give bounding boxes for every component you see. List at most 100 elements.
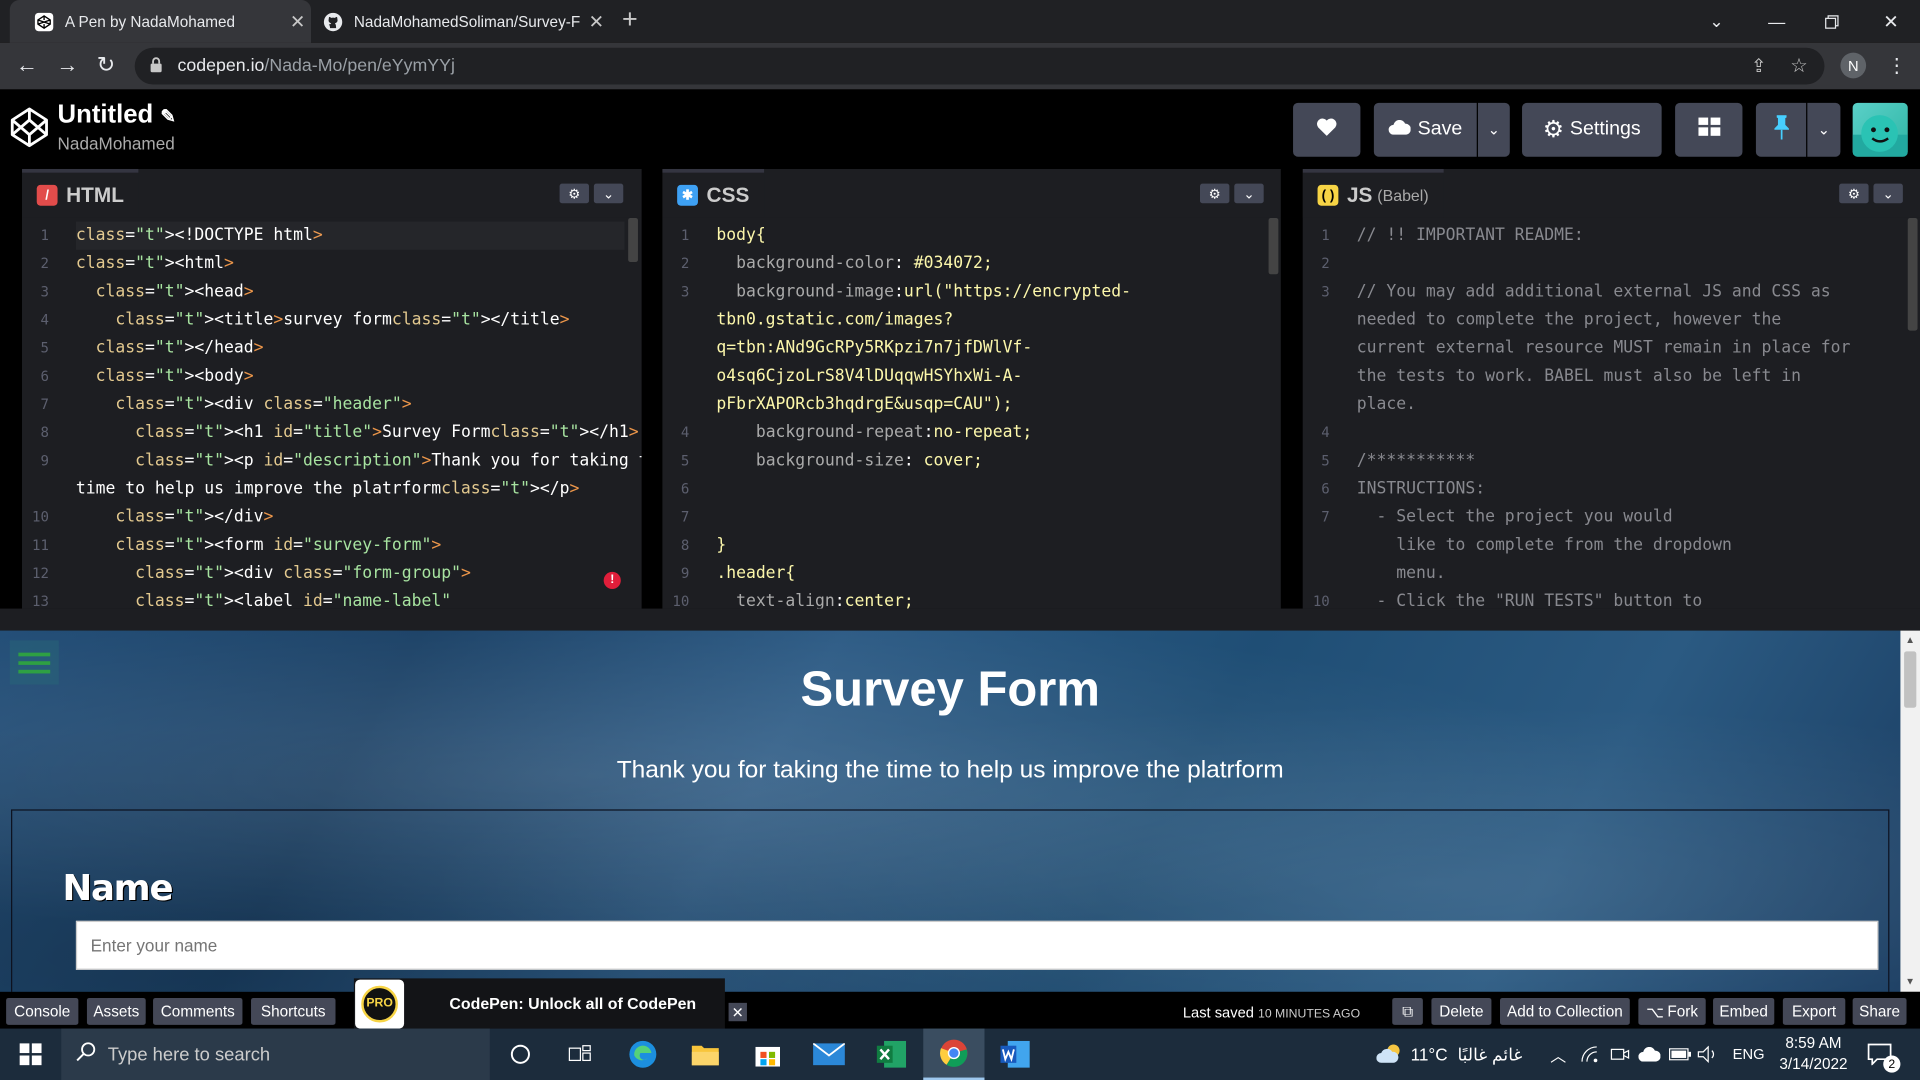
- resize-handle[interactable]: [0, 608, 1920, 631]
- browser-tab-github[interactable]: NadaMohamedSoliman/Survey-F ✕: [311, 0, 610, 43]
- js-editor-tab[interactable]: ( ) JS (Babel): [1302, 168, 1444, 218]
- pen-title[interactable]: Untitled ✎: [58, 100, 176, 129]
- js-settings-button[interactable]: ⚙: [1839, 183, 1869, 204]
- network-icon[interactable]: [1581, 1029, 1601, 1080]
- chevron-down-icon: ⌄: [602, 186, 615, 202]
- editor-divider[interactable]: [641, 168, 664, 609]
- menu-kebab-icon[interactable]: ⋮: [1887, 54, 1907, 78]
- assets-button[interactable]: Assets: [86, 997, 146, 1025]
- store-icon[interactable]: [752, 1038, 784, 1070]
- layout-button[interactable]: [1675, 102, 1743, 157]
- html-code-body[interactable]: 1 class="t"><!DOCTYPE html> 2 class="t"><ht…: [22, 217, 642, 609]
- js-collapse-button[interactable]: ⌄: [1873, 183, 1903, 204]
- onedrive-icon[interactable]: [1638, 1029, 1661, 1080]
- volume-icon[interactable]: [1697, 1029, 1719, 1080]
- embed-button[interactable]: Embed: [1713, 997, 1775, 1025]
- close-tab-icon[interactable]: ✕: [583, 10, 610, 33]
- minimize-icon[interactable]: —: [1768, 0, 1785, 43]
- html-settings-button[interactable]: ⚙: [559, 183, 589, 204]
- show-hidden-icons[interactable]: ︿: [1550, 1029, 1566, 1080]
- line-number: 2: [680, 254, 690, 272]
- chevron-down-icon: ⌄: [1882, 186, 1894, 202]
- fork-button[interactable]: ⌥ Fork: [1638, 997, 1706, 1025]
- js-code-line: the tests to work. BABEL must also be le…: [1356, 367, 1801, 386]
- browser-tab-codepen[interactable]: A Pen by NadaMohamed ✕: [9, 0, 312, 43]
- css-collapse-button[interactable]: ⌄: [1234, 183, 1264, 204]
- restore-icon[interactable]: [1824, 0, 1839, 43]
- battery-icon[interactable]: [1668, 1029, 1692, 1080]
- js-code-line: - Select the project you would: [1356, 508, 1673, 527]
- editor-divider[interactable]: [0, 168, 23, 609]
- save-button[interactable]: Save: [1373, 102, 1477, 157]
- js-lang-icon: ( ): [1317, 184, 1339, 206]
- external-link-icon: ⧉: [1402, 1002, 1414, 1020]
- html-editor-tab[interactable]: / HTML: [22, 168, 139, 218]
- taskbar-search[interactable]: Type here to search: [61, 1028, 490, 1080]
- html-collapse-button[interactable]: ⌄: [593, 183, 624, 204]
- css-code-body[interactable]: 1 body{2 background-color: #034072; 3 back…: [662, 217, 1281, 609]
- css-scrollbar[interactable]: [1268, 217, 1279, 275]
- codepen-logo-icon[interactable]: [10, 107, 49, 155]
- preview-scrollbar[interactable]: ▲ ▼: [1900, 630, 1920, 992]
- error-icon[interactable]: !: [603, 571, 621, 589]
- language-indicator[interactable]: ENG: [1733, 1029, 1765, 1080]
- add-to-collection-button[interactable]: Add to Collection: [1500, 997, 1630, 1025]
- meet-now-icon[interactable]: [1610, 1029, 1630, 1080]
- bookmark-star-icon[interactable]: ☆: [1790, 54, 1808, 78]
- word-icon[interactable]: [999, 1038, 1031, 1070]
- css-settings-button[interactable]: ⚙: [1200, 183, 1230, 204]
- weather-widget[interactable]: 11°C غائم غالبًا: [1376, 1029, 1522, 1080]
- css-editor-pane: ✱ CSS ⚙ ⌄ 1 body{2 background-color: #034…: [662, 168, 1281, 609]
- js-code-body[interactable]: 1 // !! IMPORTANT README: 2 3 // You may add…: [1302, 217, 1920, 609]
- mail-icon[interactable]: [813, 1038, 845, 1070]
- css-editor-tab[interactable]: ✱ CSS: [662, 168, 765, 218]
- scroll-down-icon[interactable]: ▼: [1905, 976, 1915, 987]
- close-window-icon[interactable]: ✕: [1883, 0, 1898, 43]
- excel-icon[interactable]: [876, 1038, 908, 1070]
- file-explorer-icon[interactable]: [689, 1038, 721, 1070]
- notification-center-icon[interactable]: 2: [1867, 1029, 1901, 1080]
- love-button[interactable]: [1293, 102, 1361, 157]
- js-scrollbar[interactable]: [1907, 217, 1918, 331]
- pro-promo-banner[interactable]: PRO CodePen: Unlock all of CodePen: [353, 978, 725, 1029]
- reload-icon[interactable]: ↻: [97, 53, 115, 79]
- forward-icon[interactable]: →: [56, 53, 78, 79]
- line-number: 6: [1321, 480, 1330, 498]
- editor-divider[interactable]: [1280, 168, 1303, 609]
- open-external-button[interactable]: ⧉: [1392, 997, 1423, 1025]
- pin-button[interactable]: [1755, 102, 1807, 157]
- shortcuts-button[interactable]: Shortcuts: [251, 997, 336, 1025]
- delete-button[interactable]: Delete: [1431, 997, 1492, 1025]
- clock[interactable]: 8:59 AM 3/14/2022: [1776, 1029, 1852, 1080]
- chrome-taskbar-active[interactable]: [923, 1028, 985, 1080]
- share-button[interactable]: Share: [1852, 997, 1907, 1025]
- task-view-icon[interactable]: [564, 1038, 596, 1070]
- export-button[interactable]: Export: [1782, 997, 1846, 1025]
- scroll-up-icon[interactable]: ▲: [1905, 634, 1915, 645]
- pen-author[interactable]: NadaMohamed: [58, 133, 175, 153]
- url-bar[interactable]: codepen.io/Nada-Mo/pen/eYymYYj ⇪ ☆: [134, 47, 1825, 85]
- heart-icon: [1316, 118, 1337, 142]
- scroll-thumb[interactable]: [1904, 651, 1917, 708]
- comments-button[interactable]: Comments: [153, 997, 243, 1025]
- share-icon[interactable]: ⇪: [1751, 55, 1766, 77]
- tab-search-icon[interactable]: ⌄: [1709, 0, 1723, 43]
- pin-dropdown-button[interactable]: ⌄: [1807, 102, 1841, 157]
- edge-icon[interactable]: [627, 1038, 659, 1070]
- profile-avatar[interactable]: N: [1840, 52, 1867, 79]
- new-tab-icon[interactable]: +: [622, 4, 638, 36]
- close-promo-icon[interactable]: ✕: [728, 1002, 747, 1022]
- html-scrollbar[interactable]: [628, 217, 638, 263]
- console-button[interactable]: Console: [6, 997, 79, 1025]
- name-input[interactable]: Enter your name: [75, 920, 1879, 970]
- line-number: 5: [40, 339, 49, 357]
- line-number: 4: [40, 311, 49, 329]
- close-tab-icon[interactable]: ✕: [284, 10, 311, 33]
- user-avatar[interactable]: [1852, 102, 1908, 157]
- back-icon[interactable]: ←: [16, 53, 38, 79]
- save-dropdown-button[interactable]: ⌄: [1477, 102, 1510, 157]
- settings-button[interactable]: ⚙ Settings: [1522, 102, 1662, 157]
- windows-start-icon[interactable]: [15, 1038, 47, 1070]
- cortana-icon[interactable]: [504, 1038, 536, 1070]
- edit-pencil-icon[interactable]: ✎: [160, 107, 175, 128]
